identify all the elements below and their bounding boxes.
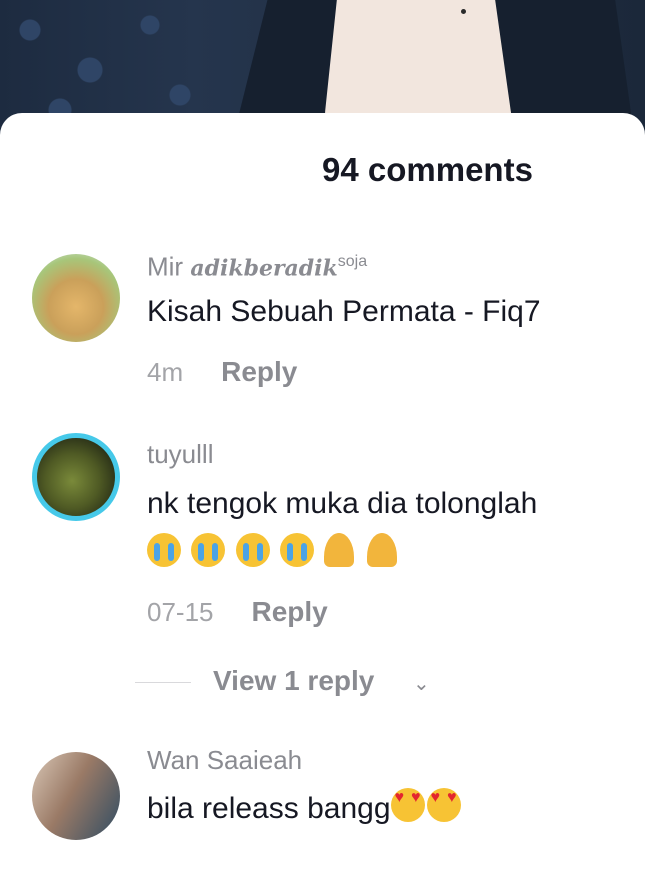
folded-hands-icon xyxy=(366,533,397,567)
comment-text-content: Kisah Sebuah Permata - Fiq7 xyxy=(147,295,541,328)
reply-button[interactable]: Reply xyxy=(252,596,328,628)
comment-meta: 4m Reply xyxy=(147,356,297,388)
username-plain: tuyulll xyxy=(147,439,214,469)
username-fancy: adikberadik xyxy=(190,255,338,282)
comments-count-title: 94 comments xyxy=(322,151,533,188)
loudly-crying-face-icon xyxy=(235,533,270,567)
view-replies-button[interactable]: View 1 reply ⌄ xyxy=(135,663,535,703)
view-replies-label: View 1 reply xyxy=(213,665,375,696)
background-mole xyxy=(461,9,466,14)
comment-username[interactable]: Mir adikberadiksoja xyxy=(147,246,367,285)
comment-text-content: nk tengok muka dia tolonglah xyxy=(147,487,538,520)
heart-eyes-face-icon xyxy=(390,788,425,822)
comment-text: bila releass bangg xyxy=(147,783,463,835)
comment-text-content: bila releass bangg xyxy=(147,792,391,825)
comment-text: nk tengok muka dia tolonglah xyxy=(147,478,537,530)
loudly-crying-face-icon xyxy=(191,533,226,567)
username-plain: Wan Saaieah xyxy=(147,745,303,775)
folded-hands-icon xyxy=(324,533,355,567)
loudly-crying-face-icon xyxy=(280,533,315,567)
avatar[interactable] xyxy=(32,254,120,342)
comment-emoji-line xyxy=(147,528,401,580)
comment-meta: 07-15 Reply xyxy=(147,596,328,628)
comment-text: Kisah Sebuah Permata - Fiq7 xyxy=(147,286,541,338)
view-replies-divider xyxy=(135,682,191,683)
comment-username[interactable]: Wan Saaieah xyxy=(147,744,302,776)
username-plain: Mir xyxy=(147,251,191,282)
comment-time: 4m xyxy=(147,357,184,387)
chevron-down-icon: ⌄ xyxy=(413,673,430,695)
comment-username[interactable]: tuyulll xyxy=(147,438,213,470)
heart-eyes-face-icon xyxy=(426,788,461,822)
comment-time: 07-15 xyxy=(147,597,214,627)
avatar[interactable] xyxy=(32,752,120,840)
reply-button[interactable]: Reply xyxy=(221,356,297,388)
avatar[interactable] xyxy=(32,433,120,521)
username-sup: soja xyxy=(337,253,368,270)
loudly-crying-face-icon xyxy=(147,533,181,567)
